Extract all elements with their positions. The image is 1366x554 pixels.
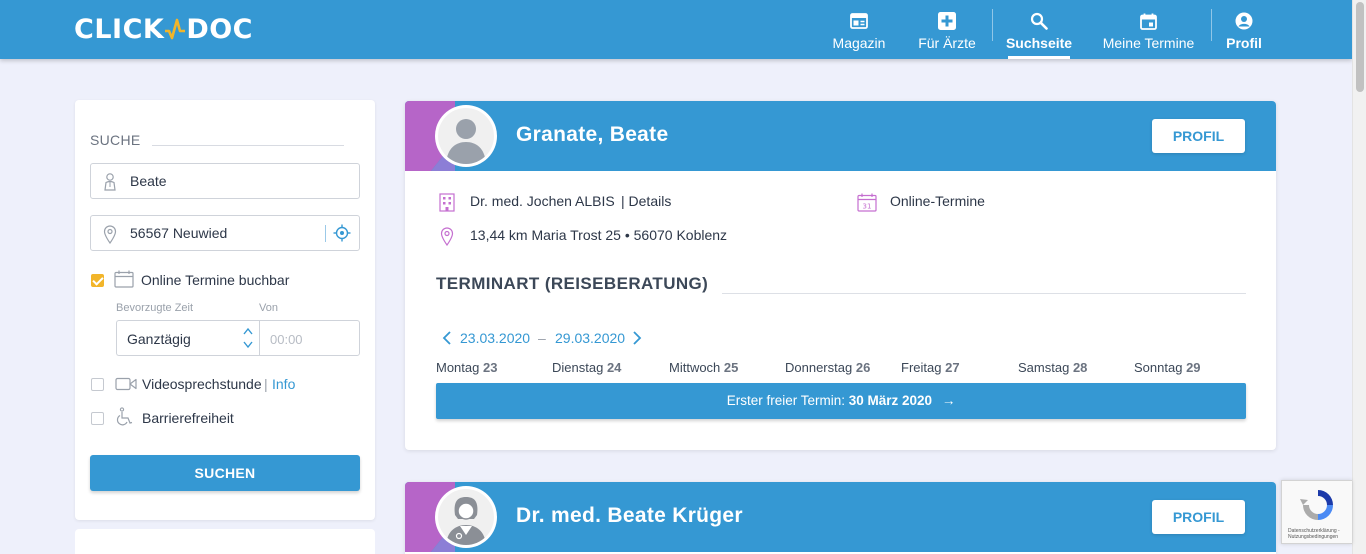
accessibility-label: Barrierefreiheit (142, 410, 234, 426)
details-link[interactable]: | Details (621, 193, 671, 209)
calendar-outline-icon (114, 270, 134, 293)
nav-separator (1211, 9, 1212, 41)
logo-text-right: DOC (186, 13, 253, 45)
video-consultation-checkbox[interactable] (91, 378, 104, 391)
nav-label: Meine Termine (1102, 35, 1195, 51)
search-sidebar: SUCHE Beate 56567 Neuwied Online Termine… (75, 100, 375, 520)
search-button[interactable]: SUCHEN (90, 455, 360, 491)
recaptcha-legal-text[interactable]: Datenschutzerklärung - Nutzungsbedingung… (1288, 528, 1348, 540)
nav-profil[interactable]: Profil (1226, 0, 1262, 59)
weekday-monday: Montag 23 (436, 360, 498, 375)
nav-meine-termine[interactable]: Meine Termine (1100, 0, 1197, 59)
card-header: Granate, Beate PROFIL (405, 101, 1276, 171)
scrollbar-thumb[interactable] (1356, 2, 1364, 92)
nav-label: Für Ärzte (918, 35, 976, 51)
search-icon (1030, 12, 1048, 30)
date-range-end: 29.03.2020 (555, 330, 626, 346)
arrow-right-icon: → (941, 393, 956, 408)
sidebar-secondary-panel (75, 529, 375, 554)
first-free-appointment-button[interactable]: Erster freier Termin: 30 März 2020 → (436, 383, 1246, 419)
from-time-input[interactable]: 00:00 (259, 320, 360, 356)
accessibility-checkbox[interactable] (91, 412, 104, 425)
appointment-type-title: TERMINART (REISEBERATUNG) (436, 274, 709, 293)
result-card: Dr. med. Beate Krüger PROFIL (405, 482, 1276, 554)
avatar (435, 105, 497, 167)
distance-address: 13,44 km Maria Trost 25 • 56070 Koblenz (470, 227, 728, 243)
user-circle-icon (1235, 12, 1253, 30)
locate-me-icon[interactable] (333, 224, 351, 245)
weekday-thursday: Donnerstag 26 (785, 360, 871, 375)
online-booking-label: Online Termine buchbar (141, 272, 290, 288)
video-separator: | (264, 376, 268, 392)
name-search-input[interactable]: Beate (90, 163, 360, 199)
location-pin-icon (440, 226, 454, 251)
weekday-tuesday: Dienstag 24 (552, 360, 622, 375)
calendar-icon (1140, 12, 1157, 30)
nav-label: Magazin (832, 35, 886, 51)
avatar (435, 486, 497, 548)
video-camera-icon (115, 377, 137, 396)
profile-button[interactable]: PROFIL (1152, 500, 1245, 534)
video-info-link[interactable]: Info (272, 376, 295, 392)
calendar-31-icon: 31 (857, 193, 877, 217)
recaptcha-logo-icon (1300, 487, 1336, 528)
card-header: Dr. med. Beate Krüger PROFIL (405, 482, 1276, 552)
doctor-placeholder-icon (446, 497, 486, 545)
svg-text:31: 31 (863, 203, 872, 211)
weekday-saturday: Samstag 28 (1018, 360, 1088, 375)
divider (722, 293, 1246, 294)
from-time-placeholder: 00:00 (270, 332, 303, 347)
weekday-wednesday: Mittwoch 25 (669, 360, 739, 375)
nav-magazin[interactable]: Magazin (830, 0, 888, 59)
online-appointments-label: Online-Termine (890, 193, 985, 209)
first-free-label: Erster freier Termin: (726, 393, 845, 408)
person-icon (103, 172, 117, 195)
sidebar-title: SUCHE (90, 132, 141, 148)
divider (152, 145, 344, 146)
nav-separator (992, 9, 993, 41)
nav-fuer-aerzte[interactable]: Für Ärzte (914, 0, 980, 59)
wheelchair-icon (116, 407, 134, 432)
building-icon (438, 192, 456, 217)
chevron-right-icon[interactable] (632, 330, 642, 351)
profile-button[interactable]: PROFIL (1152, 119, 1245, 153)
input-separator (325, 225, 326, 242)
chevron-left-icon[interactable] (442, 330, 452, 351)
preferred-time-label: Bevorzugte Zeit (116, 302, 194, 314)
practice-name: Dr. med. Jochen ALBIS (470, 193, 615, 209)
location-value: 56567 Neuwied (130, 225, 228, 241)
recaptcha-badge[interactable]: Datenschutzerklärung - Nutzungsbedingung… (1281, 480, 1352, 544)
person-placeholder-icon (446, 119, 486, 164)
logo-text-left: CLICK (74, 13, 165, 45)
nav-label: Profil (1226, 35, 1262, 51)
video-consultation-label: Videosprechstunde (142, 376, 262, 392)
weekday-friday: Freitag 27 (901, 360, 960, 375)
location-pin-icon (103, 224, 117, 247)
date-range-start: 23.03.2020 (460, 330, 531, 346)
doctor-name[interactable]: Dr. med. Beate Krüger (516, 504, 743, 528)
weekday-sunday: Sonntag 29 (1134, 360, 1201, 375)
preferred-time-select[interactable]: Ganztägig (116, 320, 260, 356)
preferred-time-value: Ganztägig (127, 331, 191, 347)
doctor-name[interactable]: Granate, Beate (516, 123, 668, 147)
top-navigation-bar: CLICK DOC Magazin Für Ärzte Suchseite Me… (0, 0, 1352, 59)
result-card: Granate, Beate PROFIL Dr. med. Jochen AL… (405, 101, 1276, 450)
select-arrows-icon (242, 326, 254, 353)
from-label: Von (259, 302, 278, 314)
medical-cross-icon (938, 12, 956, 30)
date-range-separator: – (538, 330, 546, 346)
first-free-date: 30 März 2020 (848, 393, 933, 408)
clickdoc-logo[interactable]: CLICK DOC (74, 12, 253, 46)
location-input[interactable]: 56567 Neuwied (90, 215, 360, 251)
nav-suchseite[interactable]: Suchseite (1005, 0, 1073, 59)
page-scrollbar[interactable] (1352, 0, 1366, 554)
nav-label: Suchseite (1005, 35, 1073, 51)
name-value: Beate (130, 173, 167, 189)
pulse-icon (165, 18, 186, 40)
online-booking-checkbox[interactable] (91, 274, 104, 287)
newspaper-icon (850, 12, 868, 30)
